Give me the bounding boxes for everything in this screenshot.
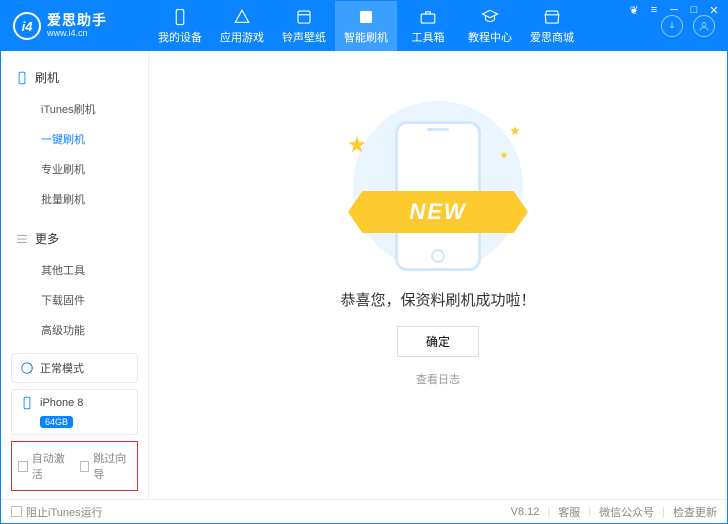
footer-link-wechat[interactable]: 微信公众号 <box>599 504 654 520</box>
shirt-icon[interactable]: ❦ <box>628 4 640 16</box>
logo-icon: i4 <box>13 12 41 40</box>
maximize-icon[interactable]: □ <box>688 4 700 16</box>
footer-link-support[interactable]: 客服 <box>558 504 580 520</box>
success-illustration: NEW <box>338 101 538 271</box>
sidebar-item-pro-flash[interactable]: 专业刷机 <box>1 154 148 184</box>
version-label: V8.12 <box>511 506 540 518</box>
main-content: NEW 恭喜您，保资料刷机成功啦！ 确定 查看日志 <box>149 51 727 499</box>
checkbox-skip-guide[interactable]: 跳过向导 <box>80 450 132 482</box>
nav-smart-flash[interactable]: 智能刷机 <box>335 1 397 51</box>
highlighted-options: 自动激活 跳过向导 <box>11 441 138 491</box>
sidebar-item-oneclick-flash[interactable]: 一键刷机 <box>1 124 148 154</box>
app-logo: i4 爱思助手 www.i4.cn <box>1 12 149 40</box>
ok-button[interactable]: 确定 <box>397 326 479 357</box>
nav-toolbox[interactable]: 工具箱 <box>397 1 459 51</box>
brand-url: www.i4.cn <box>47 29 107 39</box>
new-ribbon: NEW <box>348 191 528 233</box>
minimize-icon[interactable]: ─ <box>668 4 680 16</box>
nav-ringtones[interactable]: 铃声壁纸 <box>273 1 335 51</box>
user-icon[interactable] <box>693 15 715 37</box>
device-selector[interactable]: iPhone 8 64GB <box>11 389 138 435</box>
nav-my-device[interactable]: 我的设备 <box>149 1 211 51</box>
nav-apps-games[interactable]: 应用游戏 <box>211 1 273 51</box>
statusbar: 阻止iTunes运行 V8.12| 客服| 微信公众号| 检查更新 <box>1 499 727 523</box>
checkbox-auto-activate[interactable]: 自动激活 <box>18 450 70 482</box>
sidebar-group-more[interactable]: 更多 <box>1 222 148 255</box>
close-icon[interactable]: ✕ <box>708 4 720 16</box>
mode-selector[interactable]: 正常模式 <box>11 353 138 383</box>
sidebar-item-download-firmware[interactable]: 下载固件 <box>1 285 148 315</box>
sidebar: 刷机 iTunes刷机 一键刷机 专业刷机 批量刷机 更多 其他工具 下载固件 … <box>1 51 149 499</box>
sidebar-item-advanced[interactable]: 高级功能 <box>1 315 148 345</box>
brand-name: 爱思助手 <box>47 13 107 28</box>
nav-tutorials[interactable]: 教程中心 <box>459 1 521 51</box>
menu-icon[interactable]: ≡ <box>648 4 660 16</box>
success-message: 恭喜您，保资料刷机成功啦！ <box>340 289 535 310</box>
sidebar-item-batch-flash[interactable]: 批量刷机 <box>1 184 148 214</box>
footer-link-update[interactable]: 检查更新 <box>673 504 717 520</box>
top-nav: 我的设备 应用游戏 铃声壁纸 智能刷机 工具箱 教程中心 爱思商城 <box>149 1 661 51</box>
device-name: iPhone 8 <box>40 397 83 409</box>
titlebar: i4 爱思助手 www.i4.cn 我的设备 应用游戏 铃声壁纸 智能刷机 工具… <box>1 1 727 51</box>
storage-badge: 64GB <box>40 416 73 428</box>
sidebar-group-flash[interactable]: 刷机 <box>1 61 148 94</box>
download-icon[interactable] <box>661 15 683 37</box>
sidebar-item-other-tools[interactable]: 其他工具 <box>1 255 148 285</box>
checkbox-block-itunes[interactable]: 阻止iTunes运行 <box>11 504 103 520</box>
nav-store[interactable]: 爱思商城 <box>521 1 583 51</box>
sidebar-item-itunes-flash[interactable]: iTunes刷机 <box>1 94 148 124</box>
view-log-link[interactable]: 查看日志 <box>416 371 460 387</box>
